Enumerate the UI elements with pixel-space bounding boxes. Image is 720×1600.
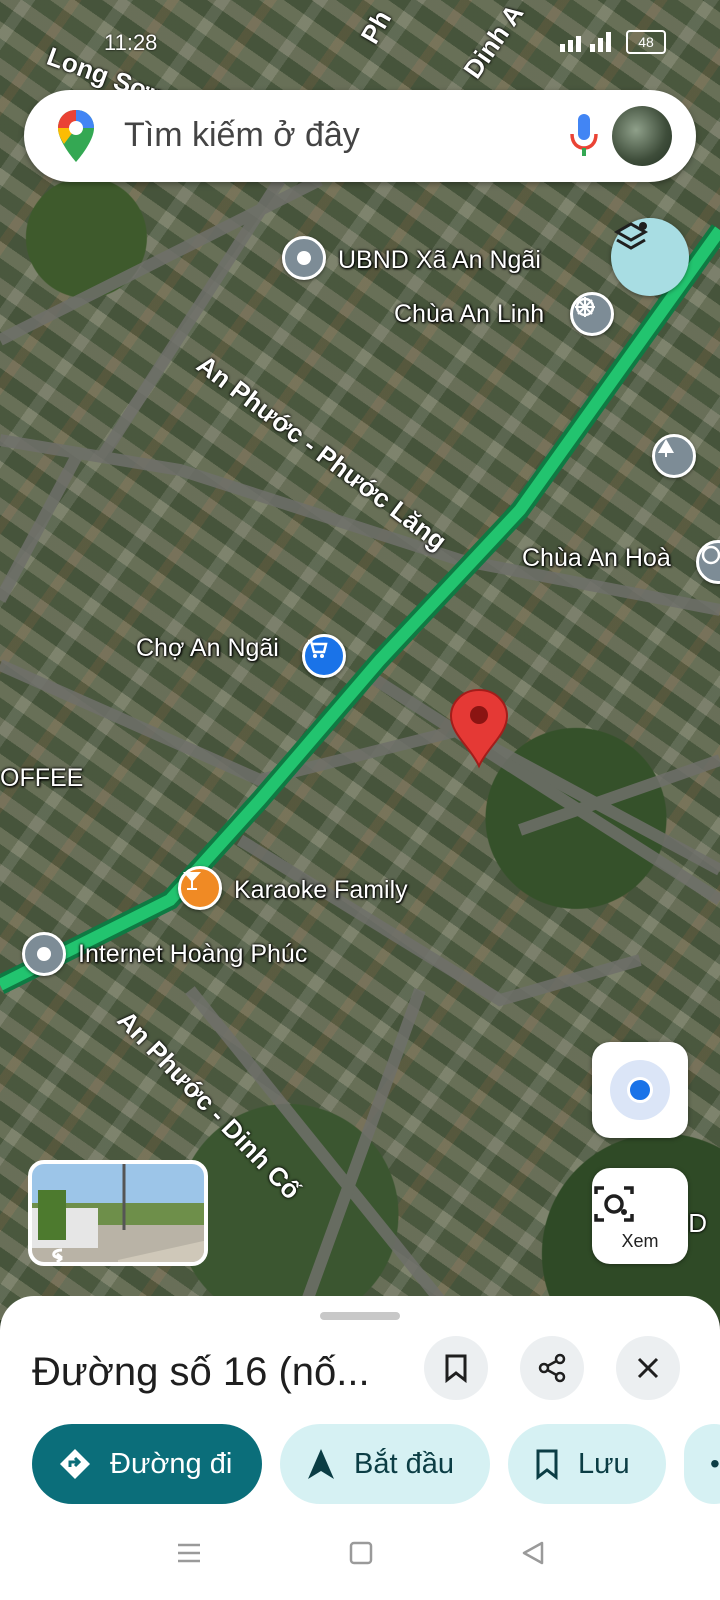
start-button[interactable]: Bắt đầu — [280, 1424, 490, 1504]
temple-icon[interactable] — [570, 292, 614, 336]
place-label-offee[interactable]: OFFEE — [0, 764, 83, 793]
save-label: Lưu — [578, 1447, 630, 1480]
place-label-karaoke-family[interactable]: Karaoke Family — [234, 876, 408, 905]
layers-button[interactable] — [611, 218, 689, 296]
more-chip[interactable]: • — [684, 1424, 720, 1504]
place-label-chua-an-hoa[interactable]: Chùa An Hoà — [522, 544, 671, 573]
drag-handle[interactable] — [320, 1312, 400, 1320]
place-label-chua-an-linh[interactable]: Chùa An Linh — [394, 300, 544, 329]
place-title: Đường số 16 (nố... — [32, 1350, 370, 1394]
my-location-button[interactable] — [592, 1042, 688, 1138]
place-pin-icon[interactable] — [22, 932, 66, 976]
shopping-cart-icon[interactable] — [302, 634, 346, 678]
place-label-cho-an-ngai[interactable]: Chợ An Ngãi — [136, 634, 279, 663]
signal-icon — [560, 30, 616, 52]
home-nav-icon[interactable] — [348, 1540, 374, 1571]
navigation-arrow-icon — [306, 1447, 336, 1481]
tree-icon[interactable] — [652, 434, 696, 478]
lens-label: Xem — [621, 1231, 659, 1251]
save-chip[interactable]: Lưu — [508, 1424, 666, 1504]
directions-label: Đường đi — [110, 1447, 233, 1480]
battery-indicator: 48 — [626, 30, 666, 54]
directions-icon — [58, 1447, 92, 1481]
layers-icon — [613, 222, 649, 250]
start-label: Bắt đầu — [354, 1447, 454, 1480]
save-icon-button[interactable] — [424, 1336, 488, 1400]
camera-lens-icon — [594, 1186, 634, 1222]
share-button[interactable] — [520, 1336, 584, 1400]
back-nav-icon[interactable] — [520, 1540, 546, 1571]
place-label-ubnd[interactable]: UBND Xã An Ngãi — [338, 246, 541, 275]
street-view-thumbnail[interactable] — [28, 1160, 208, 1266]
map-view[interactable]: 11:28 48 An Phước - Phước Lăng An Phước … — [0, 0, 720, 1320]
lens-button[interactable]: Xem — [592, 1168, 688, 1264]
directions-button[interactable]: Đường đi — [32, 1424, 262, 1504]
search-bar[interactable]: Tìm kiếm ở đây — [24, 90, 696, 182]
account-avatar[interactable] — [612, 106, 672, 166]
share-icon — [538, 1353, 566, 1383]
bookmark-icon — [534, 1448, 560, 1480]
status-time: 11:28 — [104, 30, 158, 55]
more-icon: • — [710, 1448, 720, 1479]
system-navigation-bar — [0, 1510, 720, 1600]
cocktail-icon[interactable] — [178, 866, 222, 910]
place-label-internet-hoang-phuc[interactable]: Internet Hoàng Phúc — [78, 940, 307, 969]
close-icon — [637, 1357, 659, 1379]
menu-nav-icon[interactable] — [176, 1540, 202, 1571]
close-button[interactable] — [616, 1336, 680, 1400]
bookmark-icon — [445, 1354, 467, 1383]
place-pin-icon[interactable] — [282, 236, 326, 280]
search-input[interactable]: Tìm kiếm ở đây — [124, 116, 360, 155]
rotate-360-icon — [52, 1248, 63, 1262]
